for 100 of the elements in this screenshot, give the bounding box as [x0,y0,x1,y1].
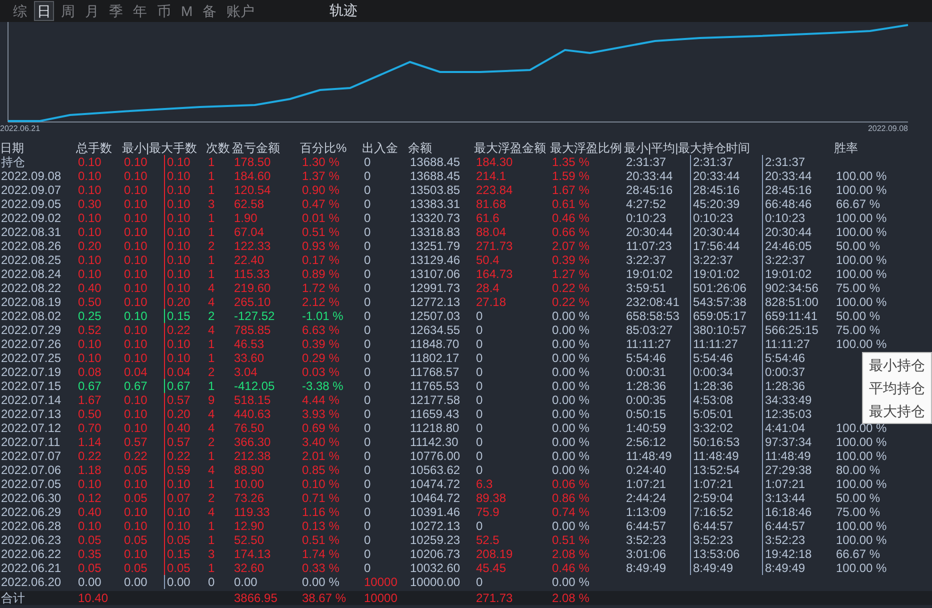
table-cell-text: 1:13:09 [625,505,668,519]
table-cell-text: 164.73 [475,267,514,281]
table-cell-text: 13107.06 [409,267,462,281]
table-cell-text: 2.08 % [551,591,590,605]
table-cell-text: 518.15 [233,393,272,407]
period-tab[interactable]: 周 [58,1,78,21]
date-cell-text: 2022.08.25 [0,253,62,267]
table-cell-text: 75.00 % [835,323,882,337]
table-cell: 501:26:06 [690,281,762,295]
period-tab[interactable]: 月 [82,1,102,21]
table-cell-text: 50.00 % [835,491,882,505]
table-cell-text: 2 [207,365,216,379]
date-cell-text: 2022.07.12 [0,421,62,435]
table-cell-text: 2.07 % [551,239,590,253]
table-cell-text: 1 [207,351,216,365]
table-cell-text: 11:11:27 [625,337,672,351]
table-cell-text: 6.63 % [301,323,340,337]
table-cell-text: 0.93 % [301,239,340,253]
table-cell: 0.57 [164,435,206,449]
date-cell-text: 持仓 [0,155,26,169]
table-cell-text: 0.47 % [301,197,340,211]
table-cell-text: 0.69 % [301,421,340,435]
period-tab[interactable]: 季 [106,1,126,21]
table-cell-text: 13320.73 [409,211,462,225]
table-cell-text: 10000 [363,591,398,605]
table-cell-text: 1 [207,225,216,239]
table-cell-text: 1 [207,253,216,267]
table-cell-text: 0 [363,309,372,323]
table-cell-text: 0 [475,519,484,533]
date-cell-text: 2022.08.26 [0,239,62,253]
table-cell-text: 0:50:15 [625,407,668,421]
table-cell-text: 0.74 % [551,505,590,519]
table-cell-text: 0 [363,505,372,519]
table-cell-text: 11848.70 [409,337,460,351]
table-cell: 66:48:46 [762,197,834,211]
column-header: 总手数 [76,141,113,155]
table-cell-text: 0.00 % [551,379,590,393]
table-cell-text: 10.40 [77,591,110,605]
table-cell-text: 0.10 [77,477,102,491]
date-cell-text: 2022.09.07 [0,183,62,197]
table-cell-text: 1.27 % [551,267,590,281]
chart-title: 轨迹 [330,2,358,20]
table-cell-text: 0 [475,449,484,463]
table-cell-text: 1 [207,533,216,547]
table-cell-text: 10464.72 [409,491,462,505]
table-cell-text: 122.33 [233,239,272,253]
table-cell-text: 50.00 % [835,309,882,323]
table-cell-text: 0.00 [233,575,258,589]
period-tab[interactable]: 备 [200,1,220,21]
table-cell-text: 5:54:46 [625,351,668,365]
table-cell-text: 0 [363,197,372,211]
table-cell-text: 0.00 % [551,323,590,337]
table-cell-text: 85:03:27 [625,323,674,337]
table-cell-text: 0.51 % [551,533,590,547]
table-cell-text: 0:00:31 [625,365,668,379]
table-cell-text: 0.10 [123,225,148,239]
table-cell-text: 13688.45 [409,169,462,183]
table-cell-text: 3866.95 [233,591,278,605]
table-cell-text: 75.00 % [835,505,882,519]
table-cell-text: 271.73 [475,591,514,605]
table-cell: 16:18:46 [762,505,834,519]
table-cell: 0.15 [164,547,206,561]
date-cell-text: 2022.09.08 [0,169,62,183]
table-cell-text: 0 [363,225,372,239]
table-cell-text: 0 [475,435,484,449]
table-cell-text: 0.46 % [551,211,590,225]
table-cell-text: 0.22 % [551,295,590,309]
table-cell-text: 0.70 [77,421,102,435]
table-cell: 6:44:57 [690,519,762,533]
table-cell-text: 12.90 [233,519,266,533]
period-tab[interactable]: 综 [10,1,30,21]
table-cell: 2:31:37 [762,155,834,169]
period-tab[interactable]: 年 [130,1,150,21]
table-cell-text: 2:56:12 [625,435,668,449]
table-cell-text: 1.67 [77,393,102,407]
table-cell-text: 0.10 [123,421,148,435]
table-cell-text: 0 [207,575,216,589]
table-cell-text: 0.00 % [551,309,590,323]
table-cell-text: 0.10 [77,183,102,197]
date-cell-text: 2022.06.28 [0,519,62,533]
table-cell-text: 0.52 [77,323,102,337]
table-cell: 0.10 [164,505,206,519]
table-cell-text: 100.00 % [835,183,888,197]
table-cell: 11:11:27 [762,337,834,351]
table-cell-text: 2 [207,309,216,323]
table-cell-text: 0.10 [123,155,148,169]
table-cell-text: 0:24:40 [625,463,668,477]
table-cell-text: 2 [207,239,216,253]
period-tab[interactable]: M [178,1,196,21]
table-cell: 0.04 [164,365,206,379]
period-tab[interactable]: 日 [34,1,54,21]
table-cell: 380:10:57 [690,323,762,337]
table-cell-text: 120.54 [233,183,272,197]
table-cell-text: 0 [363,267,372,281]
period-tab[interactable]: 币 [154,1,174,21]
table-cell-text: 0.85 % [301,463,340,477]
table-cell-text: 1 [207,337,216,351]
table-cell-text: 115.33 [233,267,271,281]
table-cell-text: 4:27:52 [625,197,668,211]
period-tab[interactable]: 账户 [224,1,258,21]
